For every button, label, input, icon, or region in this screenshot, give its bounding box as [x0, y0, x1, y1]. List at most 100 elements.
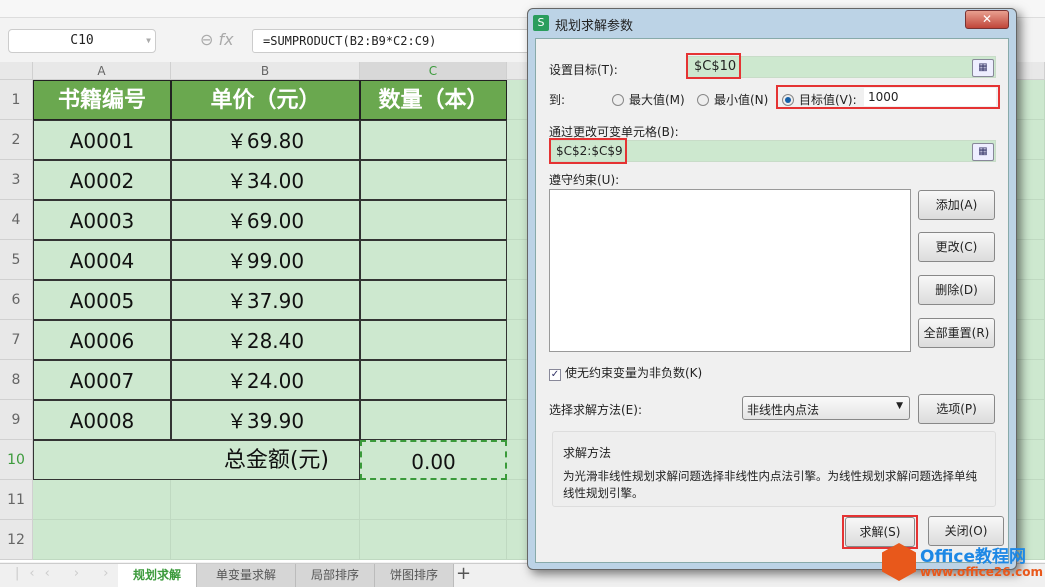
row-header-8[interactable]: 8	[0, 360, 33, 400]
reset-all-button[interactable]: 全部重置(R)	[918, 318, 995, 348]
cell-book-id[interactable]: A0007	[33, 360, 171, 400]
radio-value-of-label: 目标值(V):	[799, 93, 857, 107]
cell-quantity[interactable]	[360, 160, 507, 200]
range-select-icon[interactable]: ▦	[972, 59, 994, 77]
method-value: 非线性内点法	[747, 403, 820, 417]
name-box-value: C10	[70, 33, 94, 48]
method-select[interactable]: 非线性内点法 ▼	[742, 396, 910, 420]
cell-book-id[interactable]: A0001	[33, 120, 171, 160]
cell-book-id[interactable]: A0002	[33, 160, 171, 200]
row-header-2[interactable]: 2	[0, 120, 33, 160]
cell-quantity[interactable]	[360, 400, 507, 440]
row-header-1[interactable]: 1	[0, 80, 33, 120]
cell-price[interactable]: ￥37.90	[171, 280, 360, 320]
change-button[interactable]: 更改(C)	[918, 232, 995, 262]
cell-price[interactable]: ￥69.80	[171, 120, 360, 160]
radio-min-label: 最小值(N)	[714, 93, 769, 107]
radio-icon	[697, 94, 709, 106]
dialog-body: 设置目标(T): $C$10 ▦ 到: 最大值(M) 最小值(N) 目标值(V)…	[535, 38, 1009, 563]
row-header-3[interactable]: 3	[0, 160, 33, 200]
cell-quantity[interactable]	[360, 320, 507, 360]
chevron-down-icon: ▼	[896, 401, 903, 411]
sheet-tab[interactable]: 局部排序	[296, 564, 375, 587]
add-sheet-icon[interactable]: +	[456, 563, 471, 584]
cell-book-id[interactable]: A0005	[33, 280, 171, 320]
cell-book-id[interactable]: A0003	[33, 200, 171, 240]
nonneg-checkbox[interactable]: ✓ 使无约束变量为非负数(K)	[549, 364, 702, 381]
cell-empty[interactable]	[360, 480, 507, 520]
header-cell[interactable]: 书籍编号	[33, 80, 171, 120]
solver-dialog: S 规划求解参数 ✕ 设置目标(T): $C$10 ▦ 到: 最大值(M) 最小…	[527, 8, 1017, 570]
row-header-12[interactable]: 12	[0, 520, 33, 560]
zoom-icon[interactable]: ⊖	[200, 30, 213, 49]
cell-empty[interactable]	[360, 520, 507, 560]
nonneg-label: 使无约束变量为非负数(K)	[565, 366, 703, 380]
add-button[interactable]: 添加(A)	[918, 190, 995, 220]
watermark-name: Office教程网	[920, 547, 1027, 567]
to-label: 到:	[549, 93, 566, 107]
cell-empty[interactable]	[33, 520, 171, 560]
sheet-nav-icons[interactable]: |‹‹ › ›|	[15, 566, 133, 581]
changing-cells-value: $C$2:$C$9	[549, 138, 627, 164]
chevron-down-icon[interactable]: ▼	[146, 30, 151, 52]
sheet-tab[interactable]: 单变量求解	[197, 564, 296, 587]
description-text: 为光滑非线性规划求解问题选择非线性内点法引擎。为线性规划求解问题选择单纯线性规划…	[563, 469, 977, 500]
header-cell[interactable]: 单价（元）	[171, 80, 360, 120]
cell-price[interactable]: ￥69.00	[171, 200, 360, 240]
name-box[interactable]: C10 ▼	[8, 29, 156, 53]
app-icon: S	[533, 15, 549, 31]
row-header-4[interactable]: 4	[0, 200, 33, 240]
fx-icon[interactable]: fx	[219, 30, 234, 49]
row-header-10[interactable]: 10	[0, 440, 33, 480]
cell-price[interactable]: ￥28.40	[171, 320, 360, 360]
close-icon[interactable]: ✕	[965, 10, 1009, 29]
cell-book-id[interactable]: A0008	[33, 400, 171, 440]
delete-button[interactable]: 删除(D)	[918, 275, 995, 305]
sheet-tab[interactable]: 规划求解	[118, 564, 197, 587]
cell-price[interactable]: ￥24.00	[171, 360, 360, 400]
cell-empty[interactable]	[33, 480, 171, 520]
column-header-C[interactable]: C	[360, 62, 507, 80]
cell-total-value[interactable]: 0.00	[360, 440, 507, 480]
cell-quantity[interactable]	[360, 240, 507, 280]
cell-price[interactable]: ￥34.00	[171, 160, 360, 200]
method-label: 选择求解方法(E):	[549, 403, 642, 417]
sheet-tab[interactable]: 饼图排序	[375, 564, 454, 587]
cell-quantity[interactable]	[360, 120, 507, 160]
cell-book-id[interactable]: A0006	[33, 320, 171, 360]
range-select-icon[interactable]: ▦	[972, 143, 994, 161]
options-button[interactable]: 选项(P)	[918, 394, 995, 424]
formula-bar[interactable]: =SUMPRODUCT(B2:B9*C2:C9)	[252, 29, 542, 53]
formula-icons: ⊖ fx	[200, 30, 234, 49]
cell-quantity[interactable]	[360, 360, 507, 400]
cell-quantity[interactable]	[360, 280, 507, 320]
row-header-5[interactable]: 5	[0, 240, 33, 280]
cell-empty[interactable]	[171, 520, 360, 560]
checkbox-checked-icon: ✓	[549, 369, 561, 381]
select-all-corner[interactable]	[0, 62, 33, 80]
cell-quantity[interactable]	[360, 200, 507, 240]
target-value-input[interactable]: 1000	[864, 88, 996, 106]
cell-price[interactable]: ￥39.90	[171, 400, 360, 440]
header-cell[interactable]: 数量（本）	[360, 80, 507, 120]
constraints-list[interactable]	[549, 189, 911, 352]
cell-price[interactable]: ￥99.00	[171, 240, 360, 280]
office-logo-icon	[882, 543, 916, 581]
target-value: $C$10	[686, 53, 741, 79]
row-header-9[interactable]: 9	[0, 400, 33, 440]
cell-total-label[interactable]: 总金额(元)	[33, 440, 360, 480]
column-header-B[interactable]: B	[171, 62, 360, 80]
radio-value-of[interactable]: 目标值(V):	[782, 91, 857, 108]
target-label: 设置目标(T):	[549, 63, 618, 77]
method-description: 求解方法 为光滑非线性规划求解问题选择非线性内点法引擎。为线性规划求解问题选择单…	[552, 431, 996, 507]
radio-max[interactable]: 最大值(M)	[612, 91, 685, 108]
column-header-A[interactable]: A	[33, 62, 171, 80]
dialog-titlebar[interactable]: S 规划求解参数 ✕	[528, 9, 1016, 37]
cell-empty[interactable]	[171, 480, 360, 520]
cell-book-id[interactable]: A0004	[33, 240, 171, 280]
radio-max-label: 最大值(M)	[629, 93, 685, 107]
radio-min[interactable]: 最小值(N)	[697, 91, 768, 108]
row-header-6[interactable]: 6	[0, 280, 33, 320]
row-header-7[interactable]: 7	[0, 320, 33, 360]
row-header-11[interactable]: 11	[0, 480, 33, 520]
